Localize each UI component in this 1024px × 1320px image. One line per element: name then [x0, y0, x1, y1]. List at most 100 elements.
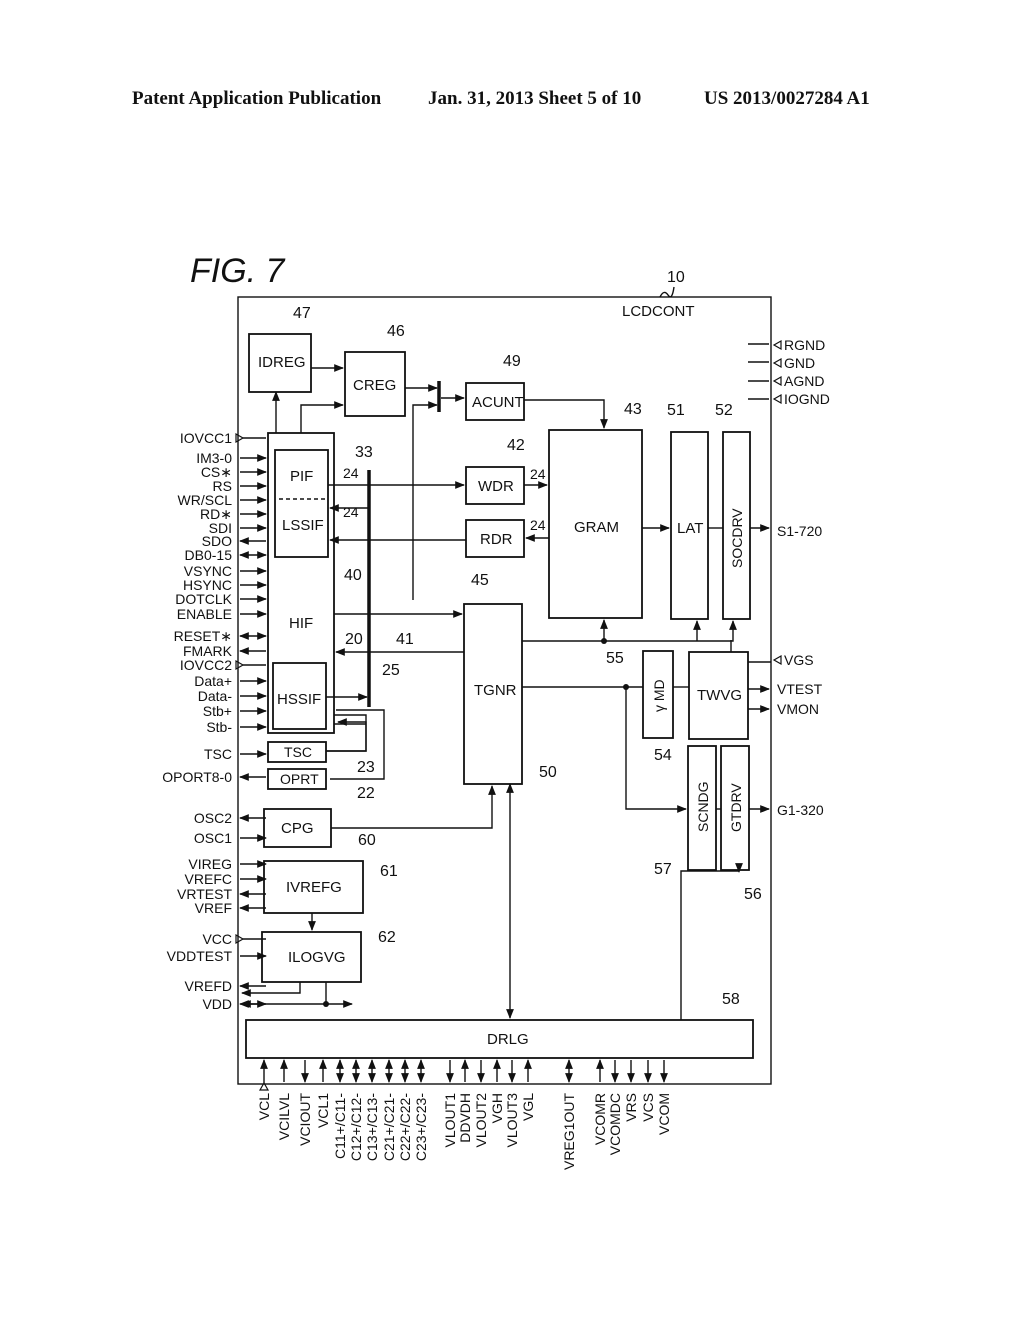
left-pin-list: IOVCC1IM3-0CS∗RSWR/SCLRD∗SDISDODB0-15VSY… — [162, 430, 267, 1012]
scndg-label: SCNDG — [695, 781, 711, 832]
left-pin-label: RESET∗ — [174, 628, 232, 644]
right-pin-label: GND — [784, 355, 815, 371]
bottom-pin-label: VGL — [520, 1093, 536, 1121]
idreg-ref: 47 — [293, 305, 311, 322]
wdr-bus-width: 24 — [530, 466, 546, 482]
bottom-pin-label: VLOUT2 — [473, 1093, 489, 1148]
gtdrv-ref: 56 — [744, 886, 762, 903]
cpg-ref: 60 — [358, 832, 376, 849]
left-pin-label: VREFD — [185, 978, 232, 994]
left-pin-label: IOVCC1 — [180, 430, 232, 446]
power-pin-icon — [235, 933, 245, 945]
right-pin-label: S1-720 — [777, 523, 822, 539]
left-pin-label: VCC — [202, 931, 232, 947]
bottom-pin-label: VREG1OUT — [561, 1093, 577, 1170]
right-pin-label: AGND — [784, 373, 824, 389]
bottom-pin-label: DDVDH — [457, 1093, 473, 1143]
tsc-label: TSC — [284, 744, 312, 760]
bottom-pin-label: VRS — [623, 1093, 639, 1122]
cpg-label: CPG — [281, 820, 314, 837]
scndg-ref: 57 — [654, 861, 672, 878]
socdrv-label: SOCDRV — [729, 508, 745, 568]
bottom-pin-label: VCILVL — [276, 1093, 292, 1140]
bottom-pin-label: C11+/C11- — [332, 1093, 348, 1159]
right-pin-label: VGS — [784, 652, 814, 668]
rdr-label: RDR — [480, 531, 513, 548]
bottom-pin-label: VCL — [256, 1093, 272, 1120]
figure-title: FIG. 7 — [190, 252, 286, 290]
ivrefg-label: IVREFG — [286, 879, 342, 896]
chip-name: LCDCONT — [622, 303, 695, 320]
left-pin-label: OPORT8-0 — [162, 769, 232, 785]
bottom-pin-label: VLOUT1 — [442, 1093, 458, 1148]
ilogvg-label: ILOGVG — [288, 949, 346, 966]
hssif-ref: 25 — [382, 662, 400, 679]
gamma-md-label: γ MD — [651, 679, 667, 712]
wdr-label: WDR — [478, 478, 514, 495]
right-pin-label: VMON — [777, 701, 819, 717]
bottom-pin-label: C13+/C13- — [364, 1093, 380, 1161]
bottom-pin-label: VCL1 — [315, 1093, 331, 1128]
gram-label: GRAM — [574, 519, 619, 536]
gram-ref: 43 — [624, 401, 642, 418]
left-pin-label: TSC — [204, 746, 232, 762]
bottom-pin-label: VCIOUT — [297, 1093, 313, 1146]
left-pin-label: VREF — [195, 900, 232, 916]
twvg-ref: 54 — [654, 747, 672, 764]
twvg-label: TWVG — [697, 687, 742, 704]
left-pin-label: VREFC — [185, 871, 232, 887]
creg-label: CREG — [353, 377, 396, 394]
bottom-pin-label: C21+/C21- — [381, 1093, 397, 1161]
ground-pin-icon — [772, 339, 782, 351]
left-pin-label: VDD — [202, 996, 232, 1012]
left-pin-label: Stb+ — [203, 703, 232, 719]
bus-ref: 41 — [396, 631, 414, 648]
bottom-pin-label: C12+/C12- — [348, 1093, 364, 1161]
gtdrv-label: GTDRV — [728, 783, 744, 832]
bottom-pin-label: VCOMDC — [607, 1093, 623, 1155]
left-pin-label: OSC1 — [194, 830, 232, 846]
ground-pin-icon — [772, 357, 782, 369]
hssif-label: HSSIF — [277, 691, 321, 708]
oprt-ref: 22 — [357, 785, 375, 802]
bus-width-top: 24 — [343, 465, 359, 481]
pif-label: PIF — [290, 468, 313, 485]
bus-width-bottom: 24 — [343, 504, 359, 520]
left-pin-label: ENABLE — [177, 606, 232, 622]
left-pin-label: Data+ — [194, 673, 232, 689]
power-pin-icon — [235, 659, 245, 671]
idreg-label: IDREG — [258, 354, 306, 371]
ilogvg-ref: 62 — [378, 929, 396, 946]
drlg-ref: 58 — [722, 991, 740, 1008]
right-pin-label: IOGND — [784, 391, 830, 407]
right-pin-label: G1-320 — [777, 802, 824, 818]
lat-ref: 51 — [667, 402, 685, 419]
hif-label: HIF — [289, 615, 313, 632]
tgnr-ref: 50 — [539, 764, 557, 781]
pif-lssif-block — [274, 449, 329, 558]
ivrefg-ref: 61 — [380, 863, 398, 880]
bottom-pin-label: VCOMR — [592, 1093, 608, 1145]
right-pin-label: VTEST — [777, 681, 823, 697]
rdr-ref: 45 — [471, 572, 489, 589]
bottom-pin-label: C23+/C23- — [413, 1093, 429, 1161]
lssif-ref: 40 — [344, 567, 362, 584]
bottom-pin-label: VCOM — [656, 1093, 672, 1135]
tsc-ref: 23 — [357, 759, 375, 776]
bottom-pin-label: VGH — [489, 1093, 505, 1123]
left-pin-label: IOVCC2 — [180, 657, 232, 673]
oprt-label: OPRT — [280, 771, 319, 787]
drlg-label: DRLG — [487, 1031, 529, 1048]
left-pin-label: OSC2 — [194, 810, 232, 826]
rdr-bus-width: 24 — [530, 517, 546, 533]
creg-ref: 46 — [387, 323, 405, 340]
wdr-ref: 42 — [507, 437, 525, 454]
leader-line — [659, 286, 675, 298]
ground-pin-icon — [772, 375, 782, 387]
lat-label: LAT — [677, 520, 703, 537]
hif-ref: 20 — [345, 631, 363, 648]
left-pin-label: VDDTEST — [167, 948, 233, 964]
lssif-label: LSSIF — [282, 517, 324, 534]
left-pin-label: DOTCLK — [175, 591, 232, 607]
pif-ref: 33 — [355, 444, 373, 461]
